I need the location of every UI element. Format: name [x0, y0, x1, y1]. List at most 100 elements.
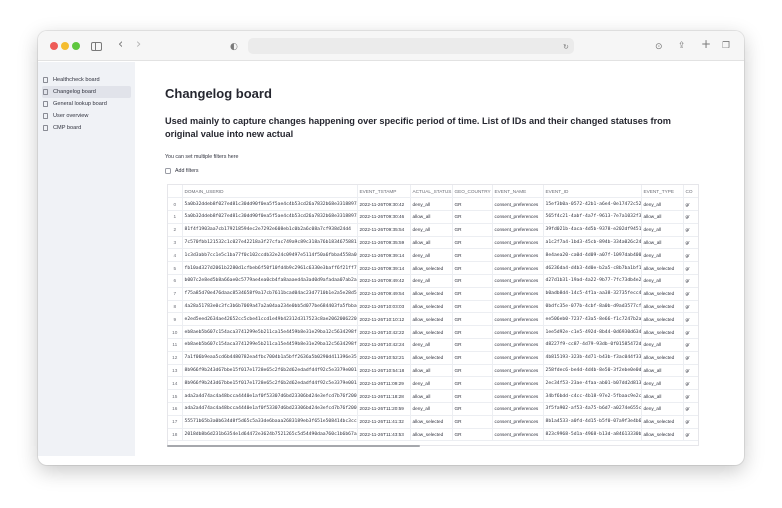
table-cell[interactable]: gr	[683, 338, 698, 352]
table-cell[interactable]: gr	[683, 325, 698, 340]
sidebar-item-general-lookup[interactable]: General lookup board	[42, 98, 131, 110]
table-row[interactable]: 10 eb8aeb5b607c154aca3741299e5b211ca15e44…	[168, 325, 698, 340]
table-cell[interactable]: deny_all	[410, 338, 453, 352]
table-cell[interactable]: 2022-11-26T11:41:32	[357, 415, 411, 429]
table-cell[interactable]: gr	[683, 376, 698, 391]
table-cell[interactable]: deny_all	[410, 197, 453, 212]
table-cell[interactable]: fb10ad327d2061b2280d1cfbeb6f50f10fd4b9c2…	[182, 261, 358, 276]
table-cell[interactable]: consent_preferences	[492, 415, 544, 429]
table-cell[interactable]: allow_selected	[410, 261, 453, 276]
column-header[interactable]: EVENT_NAME	[492, 185, 544, 199]
table-cell[interactable]: 2022-11-26T10:03:03	[357, 300, 411, 314]
table-cell[interactable]: gr	[683, 223, 698, 237]
table-cell[interactable]: 16	[168, 402, 183, 416]
table-cell[interactable]: d8227f9-cc87-4d79-93db-0f01585472d26	[543, 338, 642, 352]
table-cell[interactable]: allow_all	[410, 210, 453, 224]
table-cell[interactable]: 10	[168, 325, 183, 340]
table-cell[interactable]: gr	[683, 364, 698, 378]
table-cell[interactable]: allow_all	[410, 364, 453, 378]
table-cell[interactable]: GR	[452, 223, 493, 237]
table-cell[interactable]: 2022-11-26T09:49:54	[357, 287, 411, 301]
table-cell[interactable]: GR	[452, 312, 493, 327]
table-cell[interactable]: consent_preferences	[492, 428, 544, 442]
table-cell[interactable]: allow_selected	[641, 287, 684, 301]
table-row[interactable]: 14 8b966f9b243d67bbe15f017e1728e65c2f6b2d…	[168, 376, 698, 391]
table-cell[interactable]: consent_preferences	[492, 312, 544, 327]
table-row[interactable]: 13 8b966f9b243d67bbe15f017e1728e65c2f6b2d…	[168, 364, 698, 378]
table-cell[interactable]: GR	[452, 261, 493, 276]
table-cell[interactable]: 7	[168, 287, 183, 301]
table-cell[interactable]: 2022-11-26T09:39:14	[357, 248, 411, 263]
table-cell[interactable]: d27d1b31-19ad-4a22-9b77-7fc73db4e2b4	[543, 274, 642, 288]
table-cell[interactable]: 15	[168, 389, 183, 404]
sidebar-toggle-icon[interactable]	[91, 42, 102, 51]
table-cell[interactable]: 14	[168, 376, 183, 391]
add-filters-checkbox-row[interactable]: Add filters	[165, 168, 199, 174]
table-cell[interactable]: ada2a4d74ac4a48bcca4440e1af0f53307d6bd23…	[182, 389, 358, 404]
table-cell[interactable]: GR	[452, 415, 493, 429]
table-cell[interactable]: allow_all	[410, 389, 453, 404]
table-cell[interactable]: 4a28a51783e0c3fc3b6b7069a47a2a04aa234e0b…	[182, 300, 358, 314]
table-cell[interactable]: allow_all	[641, 210, 684, 224]
table-cell[interactable]: consent_preferences	[492, 274, 544, 288]
table-cell[interactable]: 13	[168, 364, 183, 378]
table-cell[interactable]: consent_preferences	[492, 223, 544, 237]
table-cell[interactable]: 8e4aea20-ca0d-4d09-a07f-1097dab40051	[543, 248, 642, 263]
table-row[interactable]: 7 f75a85d70e476daac8534658f9a17cb7611bcad…	[168, 287, 698, 301]
column-header[interactable]: EVENT_TYPE	[641, 185, 684, 199]
sidebar-item-cmp[interactable]: CMP board	[42, 122, 131, 134]
table-cell[interactable]: 823c9968-5d1a-4968-b13d-a84613330b5e	[543, 428, 642, 442]
table-cell[interactable]: GR	[452, 428, 493, 442]
table-cell[interactable]: deny_all	[410, 274, 453, 288]
table-cell[interactable]: 2022-11-26T09:30:46	[357, 210, 411, 224]
table-cell[interactable]: 2022-11-26T11:18:28	[357, 389, 411, 404]
table-row[interactable]: 8 4a28a51783e0c3fc3b6b7069a47a2a04aa234e0…	[168, 300, 698, 314]
horizontal-scrollbar[interactable]	[167, 445, 420, 447]
table-cell[interactable]: 8b1a4533-a0fd-4d15-b5f0-07a9f3e4b6bb	[543, 415, 642, 429]
table-cell[interactable]: consent_preferences	[492, 402, 544, 416]
table-cell[interactable]: 2022-11-26T11:09:29	[357, 376, 411, 391]
table-cell[interactable]: allow_selected	[410, 415, 453, 429]
table-cell[interactable]: allow_selected	[641, 351, 684, 365]
table-cell[interactable]: 2022-11-26T11:20:59	[357, 402, 411, 416]
table-cell[interactable]: 2022-11-26T10:54:18	[357, 364, 411, 378]
table-cell[interactable]: consent_preferences	[492, 364, 544, 378]
table-row[interactable]: 9 e2ed5eed2634ae42652cc5cbe41ccd1e49b4231…	[168, 312, 698, 327]
table-cell[interactable]: 7c570fbb121532c1c027e42218a3f27cfac749a9…	[182, 236, 358, 250]
table-cell[interactable]: 5a0b32ddeb8f027ed81c30dd90f0ea5f5ae4c4b5…	[182, 197, 358, 212]
sidebar-item-healthcheck[interactable]: Healthcheck board	[42, 74, 131, 86]
table-cell[interactable]: 0bdfc35e-077b-4cbf-8a0b-d9ad3577cf09	[543, 300, 642, 314]
table-cell[interactable]: 5	[168, 261, 183, 276]
table-cell[interactable]: gr	[683, 248, 698, 263]
table-row[interactable]: 17 55571b65b3a0b634d8f5d65c5a33de6baaa268…	[168, 415, 698, 429]
table-cell[interactable]: allow_selected	[641, 415, 684, 429]
table-cell[interactable]: deny_all	[410, 376, 453, 391]
table-cell[interactable]: 2022-11-26T10:10:12	[357, 312, 411, 327]
table-cell[interactable]: 17	[168, 415, 183, 429]
table-cell[interactable]: 3	[168, 236, 183, 250]
table-cell[interactable]: f75a85d70e476daac8534658f9a17cb7611bcad0…	[182, 287, 358, 301]
table-cell[interactable]: consent_preferences	[492, 236, 544, 250]
table-cell[interactable]: 0	[168, 197, 183, 212]
table-cell[interactable]: gr	[683, 428, 698, 442]
table-cell[interactable]: e2ed5eed2634ae42652cc5cbe41ccd1e49b42312…	[182, 312, 358, 327]
column-header[interactable]: GEO_COUNTRY	[452, 185, 493, 199]
zoom-window-button[interactable]	[72, 42, 80, 50]
table-cell[interactable]: 3f5fa902-af53-4a75-b6d7-a0274e655cc	[543, 402, 642, 416]
table-cell[interactable]: b007c2e8ed5b8a66ae0c5779ae4ea0cb4fa8aaae…	[182, 274, 358, 288]
table-cell[interactable]: consent_preferences	[492, 376, 544, 391]
table-cell[interactable]: 11	[168, 338, 183, 352]
table-cell[interactable]: deny_all	[641, 248, 684, 263]
table-row[interactable]: 0 5a0b32ddeb8f027ed81c30dd90f0ea5f5ae4c4b…	[168, 197, 698, 212]
table-row[interactable]: 12 7a1f06b9eaa5cd6b4480782ea4fbc7004b1a5b…	[168, 351, 698, 365]
table-cell[interactable]: 15ef3b0a-0572-42b1-a6e4-0e17472c529e	[543, 197, 642, 212]
table-cell[interactable]: gr	[683, 300, 698, 314]
table-cell[interactable]: GR	[452, 287, 493, 301]
table-cell[interactable]: allow_selected	[410, 287, 453, 301]
table-cell[interactable]: deny_all	[410, 248, 453, 263]
table-cell[interactable]: 1	[168, 210, 183, 224]
table-cell[interactable]: 2	[168, 223, 183, 237]
table-row[interactable]: 4 1c3d3abb7cc1e5c1ba77f0c102ccdb32e24c094…	[168, 248, 698, 263]
add-filters-checkbox[interactable]	[165, 168, 171, 174]
table-cell[interactable]: GR	[452, 248, 493, 263]
